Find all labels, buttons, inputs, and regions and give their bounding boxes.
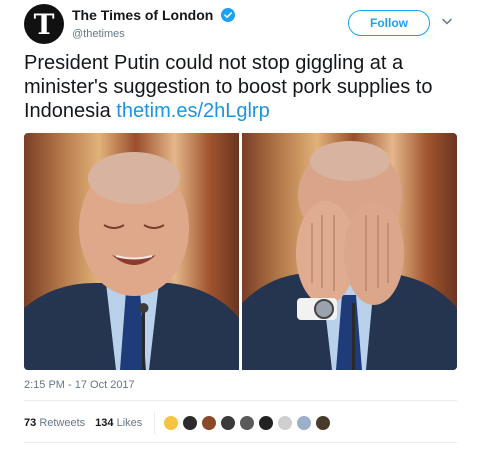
liker-avatar[interactable] <box>163 415 180 431</box>
photo-laughing[interactable] <box>24 133 239 370</box>
author-block[interactable]: The Times of London @thetimes <box>72 6 235 40</box>
handle[interactable]: @thetimes <box>72 28 235 40</box>
retweets-label: Retweets <box>39 417 86 429</box>
likes-count: 134 <box>95 417 114 429</box>
follow-button[interactable]: Follow <box>348 10 430 36</box>
photo-hands-over-face[interactable] <box>242 133 457 370</box>
liker-avatar[interactable] <box>220 415 237 431</box>
tweet-stats: 73 Retweets 134 Likes <box>24 412 334 434</box>
divider <box>24 442 457 443</box>
divider <box>24 400 457 401</box>
liker-avatars <box>163 415 334 431</box>
man-covering-face-illustration <box>242 141 457 370</box>
liker-avatar[interactable] <box>239 415 256 431</box>
likes-label: Likes <box>116 417 143 429</box>
liker-avatar[interactable] <box>182 415 199 431</box>
chevron-down-icon[interactable] <box>442 18 452 26</box>
tweet-timestamp[interactable]: 2:15 PM - 17 Oct 2017 <box>24 379 135 391</box>
tweet-text: President Putin could not stop giggling … <box>24 51 464 123</box>
avatar[interactable]: T <box>24 4 64 44</box>
liker-avatar[interactable] <box>315 415 332 431</box>
tweet-link[interactable]: thetim.es/2hLglrp <box>116 100 269 122</box>
retweets-count: 73 <box>24 417 37 429</box>
liker-avatar[interactable] <box>258 415 275 431</box>
liker-avatar[interactable] <box>296 415 313 431</box>
verified-badge-icon <box>220 7 235 22</box>
likes-stat[interactable]: 134 Likes <box>95 417 142 429</box>
liker-avatar[interactable] <box>201 415 218 431</box>
stats-separator <box>154 412 156 434</box>
man-laughing-illustration <box>24 152 239 370</box>
display-name[interactable]: The Times of London <box>72 7 213 23</box>
media-grid <box>24 133 457 370</box>
tweet-header: T The Times of London @thetimes Follow <box>24 4 464 44</box>
retweets-stat[interactable]: 73 Retweets <box>24 417 85 429</box>
liker-avatar[interactable] <box>277 415 294 431</box>
